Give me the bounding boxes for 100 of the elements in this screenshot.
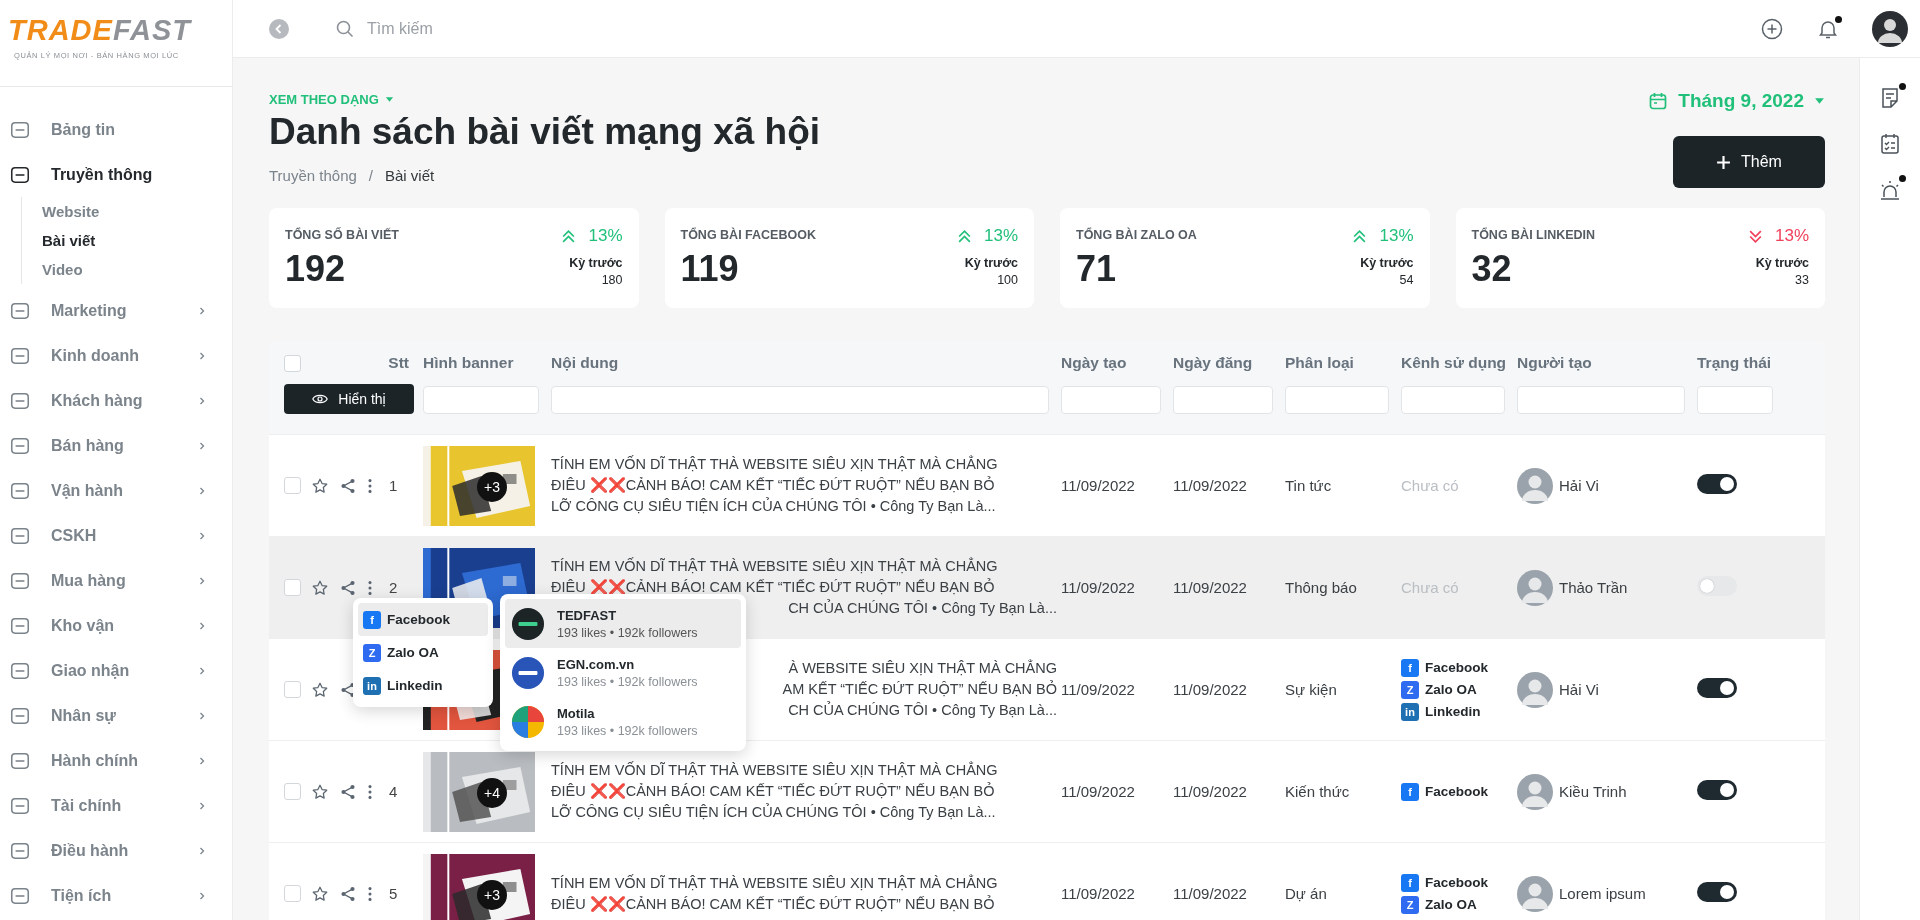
post-content-line: ĐIÊU ❌❌CẢNH BÁO! CAM KẾT “TIẾC ĐỨT RUỘT” NẾU BẠN BỎ [551, 894, 995, 914]
table-row[interactable]: 5 +3 TÍNH EM VỐN DĨ THẬT THÀ WEBSITE SIÊU XỊN THẬT MÀ CHẲNG ĐIÊU ❌❌CẢNH BÁO! CAM KẾT “TIẾC ĐỨT RUỘT” NẾU BẠN BỎ 11/09/2022 11/09/2022 Dự án f Facebook Z Zalo OA Lorem ipsum [269, 843, 1825, 920]
post-content-line: TÍNH EM VỐN DĨ THẬT THÀ WEBSITE SIÊU XỊN THẬT MÀ CHẲNG [551, 760, 998, 780]
add-button[interactable]: Thêm [1673, 136, 1825, 188]
column-header: Phân loại [1285, 354, 1355, 372]
table-cell-text: Tin tức [1285, 477, 1333, 494]
empty-channel-text: Chưa có [1401, 477, 1460, 494]
author-name: Lorem ipsum [1559, 885, 1646, 902]
post-content-line: LỠ CÔNG CỤ SIÊU TIỆN ÍCH CỦA CHÚNG TÔI • Công Ty Bạn Là... [551, 496, 996, 516]
page-option[interactable]: EGN.com.vn 193 likes • 192k followers [505, 648, 741, 697]
table-cell-text: 11/09/2022 [1173, 885, 1248, 902]
row-number: 5 [389, 885, 398, 902]
page-stats: 193 likes • 192k followers [557, 674, 698, 689]
stat-change: 13% [983, 226, 1018, 246]
row-number: 2 [389, 579, 398, 596]
page-name: Motila [557, 705, 596, 721]
channel-icon: Z [1401, 680, 1419, 699]
previous-value: 100 [996, 273, 1018, 287]
sidebar-subitem[interactable]: Website [42, 197, 232, 226]
sidebar-subitem[interactable]: Bài viết [42, 226, 232, 255]
post-content-line: AM KẾT “TIẾC ĐỨT RUỘT” NẾU BẠN BỎ [782, 679, 1057, 699]
post-content-line: TÍNH EM VỐN DĨ THẬT THÀ WEBSITE SIÊU XỊN THẬT MÀ CHẲNG [551, 873, 998, 893]
channel-icon: Z [1401, 895, 1419, 914]
channel-label: f Facebook [1401, 873, 1517, 892]
post-content-line: ĐIÊU ❌❌CẢNH BÁO! CAM KẾT “TIẾC ĐỨT RUỘT” NẾU BẠN BỎ [551, 475, 995, 495]
sidebar-item[interactable]: Vận hành [0, 468, 232, 513]
sidebar-item[interactable]: Điều hành [0, 828, 232, 873]
stat-label: TỔNG SỐ BÀI VIẾT [285, 228, 399, 242]
sidebar-item[interactable]: CSKH [0, 513, 232, 558]
sidebar-item[interactable]: Bán hàng [0, 423, 232, 468]
stat-label: TỔNG BÀI FACEBOOK [680, 228, 816, 242]
author-name: Hải Vi [1559, 477, 1599, 494]
breadcrumb-link[interactable]: Truyền thông [269, 167, 357, 184]
page-title: Danh sách bài viết mạng xã hội [269, 111, 821, 153]
page-name: EGN.com.vn [557, 656, 636, 672]
row-number: 1 [389, 477, 398, 494]
previous-label: Kỳ trước [568, 256, 623, 270]
author-name: Hải Vi [1559, 681, 1599, 698]
channel-option[interactable]: f Facebook [358, 603, 488, 636]
stat-change: 13% [1774, 226, 1809, 246]
row-number: 4 [389, 783, 398, 800]
stat-change: 13% [588, 226, 623, 246]
previous-label: Kỳ trước [1754, 256, 1809, 270]
stat-change: 13% [1379, 226, 1414, 246]
channel-option[interactable]: in Linkedin [358, 669, 488, 702]
column-header: Stt [388, 354, 409, 372]
table-cell-text: Kiến thức [1285, 783, 1351, 800]
table-cell-text: 11/09/2022 [1173, 477, 1248, 494]
sidebar-item[interactable]: Nhân sự [0, 693, 232, 738]
stat-value: 119 [680, 248, 740, 290]
post-content-line: TÍNH EM VỐN DĨ THẬT THÀ WEBSITE SIÊU XỊN THẬT MÀ CHẲNG [551, 454, 998, 474]
view-mode-dropdown[interactable]: XEM THEO DẠNG [269, 92, 821, 107]
sidebar-item[interactable]: Hành chính [0, 738, 232, 783]
sidebar-item[interactable]: Bảng tin [0, 107, 232, 152]
sidebar-item[interactable]: Giao nhận [0, 648, 232, 693]
sidebar-item[interactable]: Marketing [0, 288, 232, 333]
page-option[interactable]: TEDFAST 193 likes • 192k followers [505, 599, 741, 648]
table-cell-text: Dự án [1285, 885, 1328, 902]
channel-label: f Facebook [1401, 658, 1517, 677]
table-cell-text: 11/09/2022 [1061, 681, 1136, 698]
channel-option[interactable]: Z Zalo OA [358, 636, 488, 669]
channel-icon: f [1401, 782, 1419, 801]
sidebar-item[interactable]: Kinh doanh [0, 333, 232, 378]
sidebar-item[interactable]: Tài chính [0, 783, 232, 828]
post-content-line: À WEBSITE SIÊU XỊN THẬT MÀ CHẲNG [788, 658, 1057, 678]
channel-label: Z Zalo OA [1401, 680, 1517, 699]
column-header: Trạng thái [1697, 354, 1773, 372]
channel-icon: in [1401, 702, 1419, 721]
sidebar-item[interactable]: Tiện ích [0, 873, 232, 918]
table-cell-text: 11/09/2022 [1173, 783, 1248, 800]
column-header: Ngày đăng [1173, 354, 1254, 372]
page-stats: 193 likes • 192k followers [557, 723, 698, 738]
sidebar-item[interactable]: Truyền thông [0, 152, 232, 197]
column-header: Người tạo [1517, 354, 1593, 372]
post-content-line: TÍNH EM VỐN DĨ THẬT THÀ WEBSITE SIÊU XỊN THẬT MÀ CHẲNG [551, 556, 998, 576]
channel-label: Z Zalo OA [1401, 895, 1517, 914]
brand-logo: TRADEFAST [8, 16, 193, 45]
post-content-line: CH CỦA CHÚNG TÔI • Công Ty Bạn Là... [788, 598, 1057, 618]
table-cell-text: 11/09/2022 [1061, 783, 1136, 800]
breadcrumb-separator: / [368, 167, 373, 184]
table-cell-text: 11/09/2022 [1061, 885, 1136, 902]
table-cell-text: 11/09/2022 [1061, 579, 1136, 596]
previous-label: Kỳ trước [1359, 256, 1414, 270]
breadcrumb-current: Bài viết [385, 167, 435, 184]
table-cell-text: 11/09/2022 [1061, 477, 1136, 494]
sidebar-item[interactable]: Kho vận [0, 603, 232, 648]
search-field[interactable]: Tìm kiếm [365, 18, 569, 39]
sidebar-item[interactable]: Khách hàng [0, 378, 232, 423]
post-content-line: ĐIÊU ❌❌CẢNH BÁO! CAM KẾT “TIẾC ĐỨT RUỘT” NẾU BẠN BỎ [551, 577, 995, 597]
page-stats: 193 likes • 192k followers [557, 625, 698, 640]
post-content-line: LỠ CÔNG CỤ SIÊU TIỆN ÍCH CỦA CHÚNG TÔI • Công Ty Bạn Là... [551, 802, 996, 822]
column-header: Nội dung [551, 354, 620, 372]
display-button[interactable]: Hiển thị [284, 384, 414, 414]
previous-label: Kỳ trước [963, 256, 1018, 270]
sidebar-subitem[interactable]: Video [42, 255, 232, 284]
sidebar-item[interactable]: Mua hàng [0, 558, 232, 603]
post-content-line: CH CỦA CHÚNG TÔI • Công Ty Bạn Là... [788, 700, 1057, 720]
month-picker[interactable]: Tháng 9, 2022 [1648, 90, 1825, 112]
column-header: Ngày tạo [1061, 354, 1128, 372]
table-cell-text: 11/09/2022 [1173, 579, 1248, 596]
